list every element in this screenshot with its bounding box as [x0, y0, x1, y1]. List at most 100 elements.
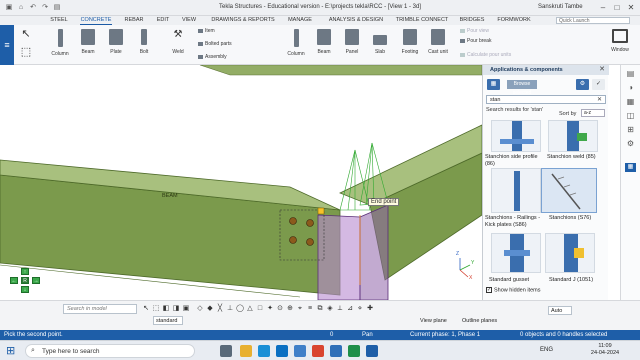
pane-settings-icon[interactable]: ⚙: [576, 79, 589, 90]
navigation-cube[interactable]: ↑ ← R → ↓: [6, 268, 44, 298]
side-icon-5[interactable]: ⊞: [625, 125, 636, 134]
system-clock[interactable]: 11:09 24-04-2024: [585, 343, 625, 357]
component-caption-1[interactable]: Stanchion side profile (86): [485, 154, 543, 168]
sort-select[interactable]: a-z: [581, 109, 605, 117]
component-thumb-4[interactable]: [541, 168, 597, 213]
window-button[interactable]: Window: [606, 29, 634, 53]
pane-close-icon[interactable]: ✕: [598, 66, 606, 74]
bolt-button[interactable]: Bolt: [130, 29, 158, 55]
side-icon-4[interactable]: ◫: [625, 111, 636, 120]
store-icon[interactable]: [294, 345, 306, 357]
search-in-model-input[interactable]: Search in model: [63, 304, 137, 314]
snap-icon-14[interactable]: ◈: [326, 304, 334, 313]
slab-button[interactable]: Slab: [366, 29, 394, 55]
task-view-icon[interactable]: [220, 345, 232, 357]
menu-manage[interactable]: MANAGE: [284, 16, 316, 25]
snap-icon-9[interactable]: ⊙: [276, 304, 284, 313]
menu-edit[interactable]: EDIT: [154, 16, 172, 25]
snap-icon-13[interactable]: ⧉: [316, 304, 324, 313]
footing-button[interactable]: Footing: [396, 29, 424, 55]
bolt-1[interactable]: [289, 217, 297, 225]
select-icon[interactable]: ↖: [142, 304, 150, 313]
tekla-icon[interactable]: [366, 345, 378, 357]
bolted-parts-button[interactable]: Bolted parts: [198, 41, 232, 47]
lasso-icon[interactable]: ⬚: [18, 45, 34, 61]
component-thumb-3[interactable]: [491, 168, 541, 213]
snap-icon-3[interactable]: ╳: [216, 304, 224, 313]
component-caption-3[interactable]: Stanchions - Railings - Kick plates (S86…: [485, 215, 543, 229]
select-icon-4[interactable]: ◨: [172, 304, 180, 313]
auto-select[interactable]: Auto: [548, 306, 572, 315]
cast-unit-button[interactable]: Cast unit: [424, 29, 452, 55]
view-plane-select[interactable]: View plane: [420, 318, 447, 324]
catalog-icon[interactable]: ▦: [487, 79, 500, 90]
redo-icon[interactable]: ↷: [40, 3, 50, 13]
menu-trimble-connect[interactable]: TRIMBLE CONNECT: [394, 16, 450, 25]
menu-concrete[interactable]: CONCRETE: [80, 16, 112, 25]
menu-bridges[interactable]: BRIDGES: [458, 16, 486, 25]
panel-button[interactable]: Panel: [338, 29, 366, 55]
quick-launch-input[interactable]: Quick Launch: [556, 17, 630, 24]
side-icon-3[interactable]: ▦: [625, 97, 636, 106]
close-button[interactable]: ✕: [624, 2, 638, 14]
bolt-4[interactable]: [306, 238, 314, 246]
calculate-pour-units-button[interactable]: Calculate pour units: [460, 52, 511, 58]
undo-icon[interactable]: ↶: [28, 3, 38, 13]
save-icon[interactable]: ▣: [4, 3, 14, 13]
component-caption-5[interactable]: Standard gusset: [489, 277, 547, 284]
snap-icon-12[interactable]: ≡: [306, 304, 314, 313]
windows-start-icon[interactable]: ⊞: [6, 345, 18, 357]
nav-up-icon[interactable]: ↑: [21, 268, 29, 275]
snap-icon-4[interactable]: ⊥: [226, 304, 234, 313]
outline-planes-select[interactable]: Outline planes: [462, 318, 497, 324]
assembly-button[interactable]: Assembly: [198, 54, 227, 60]
component-thumb-2[interactable]: [548, 120, 598, 152]
snap-icon-1[interactable]: ◇: [196, 304, 204, 313]
menu-analysis-design[interactable]: ANALYSIS & DESIGN: [324, 16, 388, 25]
maximize-button[interactable]: □: [610, 2, 624, 14]
select-icon-2[interactable]: ⬚: [152, 304, 160, 313]
select-arrow-icon[interactable]: ↖: [18, 27, 34, 43]
side-icon-1[interactable]: ▤: [625, 69, 636, 78]
upper-beam[interactable]: [199, 65, 482, 76]
pane-pin-icon[interactable]: ✓: [592, 79, 605, 90]
menu-rebar[interactable]: REBAR: [122, 16, 146, 25]
excel-icon[interactable]: [348, 345, 360, 357]
edge-icon[interactable]: [258, 345, 270, 357]
user-name[interactable]: Sanskruti Tambe: [538, 4, 583, 10]
pour-break-button[interactable]: Pour break: [460, 38, 491, 44]
model-canvas[interactable]: [0, 65, 482, 300]
model-view-3d[interactable]: BEAM End point Z Y X: [0, 65, 482, 300]
open-icon[interactable]: ⌂: [16, 3, 26, 13]
side-icon-6[interactable]: ⚙: [625, 139, 636, 148]
column-side[interactable]: [359, 204, 389, 300]
snap-icon-16[interactable]: ⊿: [346, 304, 354, 313]
clear-search-icon[interactable]: ✕: [597, 96, 602, 104]
snap-icon-10[interactable]: ⊕: [286, 304, 294, 313]
snap-icon-15[interactable]: ⟂: [336, 304, 344, 313]
snap-icon-18[interactable]: ✚: [366, 304, 374, 313]
side-menu-icon[interactable]: ≡: [0, 25, 14, 65]
steel-beam-button[interactable]: Beam: [74, 29, 102, 55]
snap-icon-5[interactable]: ◯: [236, 304, 244, 313]
minimize-button[interactable]: –: [596, 2, 610, 14]
item-button[interactable]: Item: [198, 28, 215, 34]
menu-view[interactable]: VIEW: [180, 16, 198, 25]
nav-left-icon[interactable]: ←: [10, 277, 18, 284]
nav-right-icon[interactable]: →: [32, 277, 40, 284]
component-thumb-1[interactable]: [491, 120, 541, 152]
print-icon[interactable]: ▤: [52, 3, 62, 13]
component-caption-4[interactable]: Stanchions (S76): [549, 215, 607, 222]
status-phase[interactable]: Current phase: 1, Phase 1: [410, 330, 480, 340]
snap-icon-7[interactable]: □: [256, 304, 264, 313]
select-icon-5[interactable]: ▣: [182, 304, 190, 313]
component-thumb-6[interactable]: [545, 233, 595, 273]
component-thumb-5[interactable]: [491, 233, 541, 273]
file-explorer-icon[interactable]: [240, 345, 252, 357]
snap-icon-2[interactable]: ◆: [206, 304, 214, 313]
snap-icon-8[interactable]: ✦: [266, 304, 274, 313]
snap-icon-17[interactable]: ⋄: [356, 304, 364, 313]
nav-down-icon[interactable]: ↓: [21, 286, 29, 293]
mail-icon[interactable]: [276, 345, 288, 357]
chrome-icon[interactable]: [312, 345, 324, 357]
